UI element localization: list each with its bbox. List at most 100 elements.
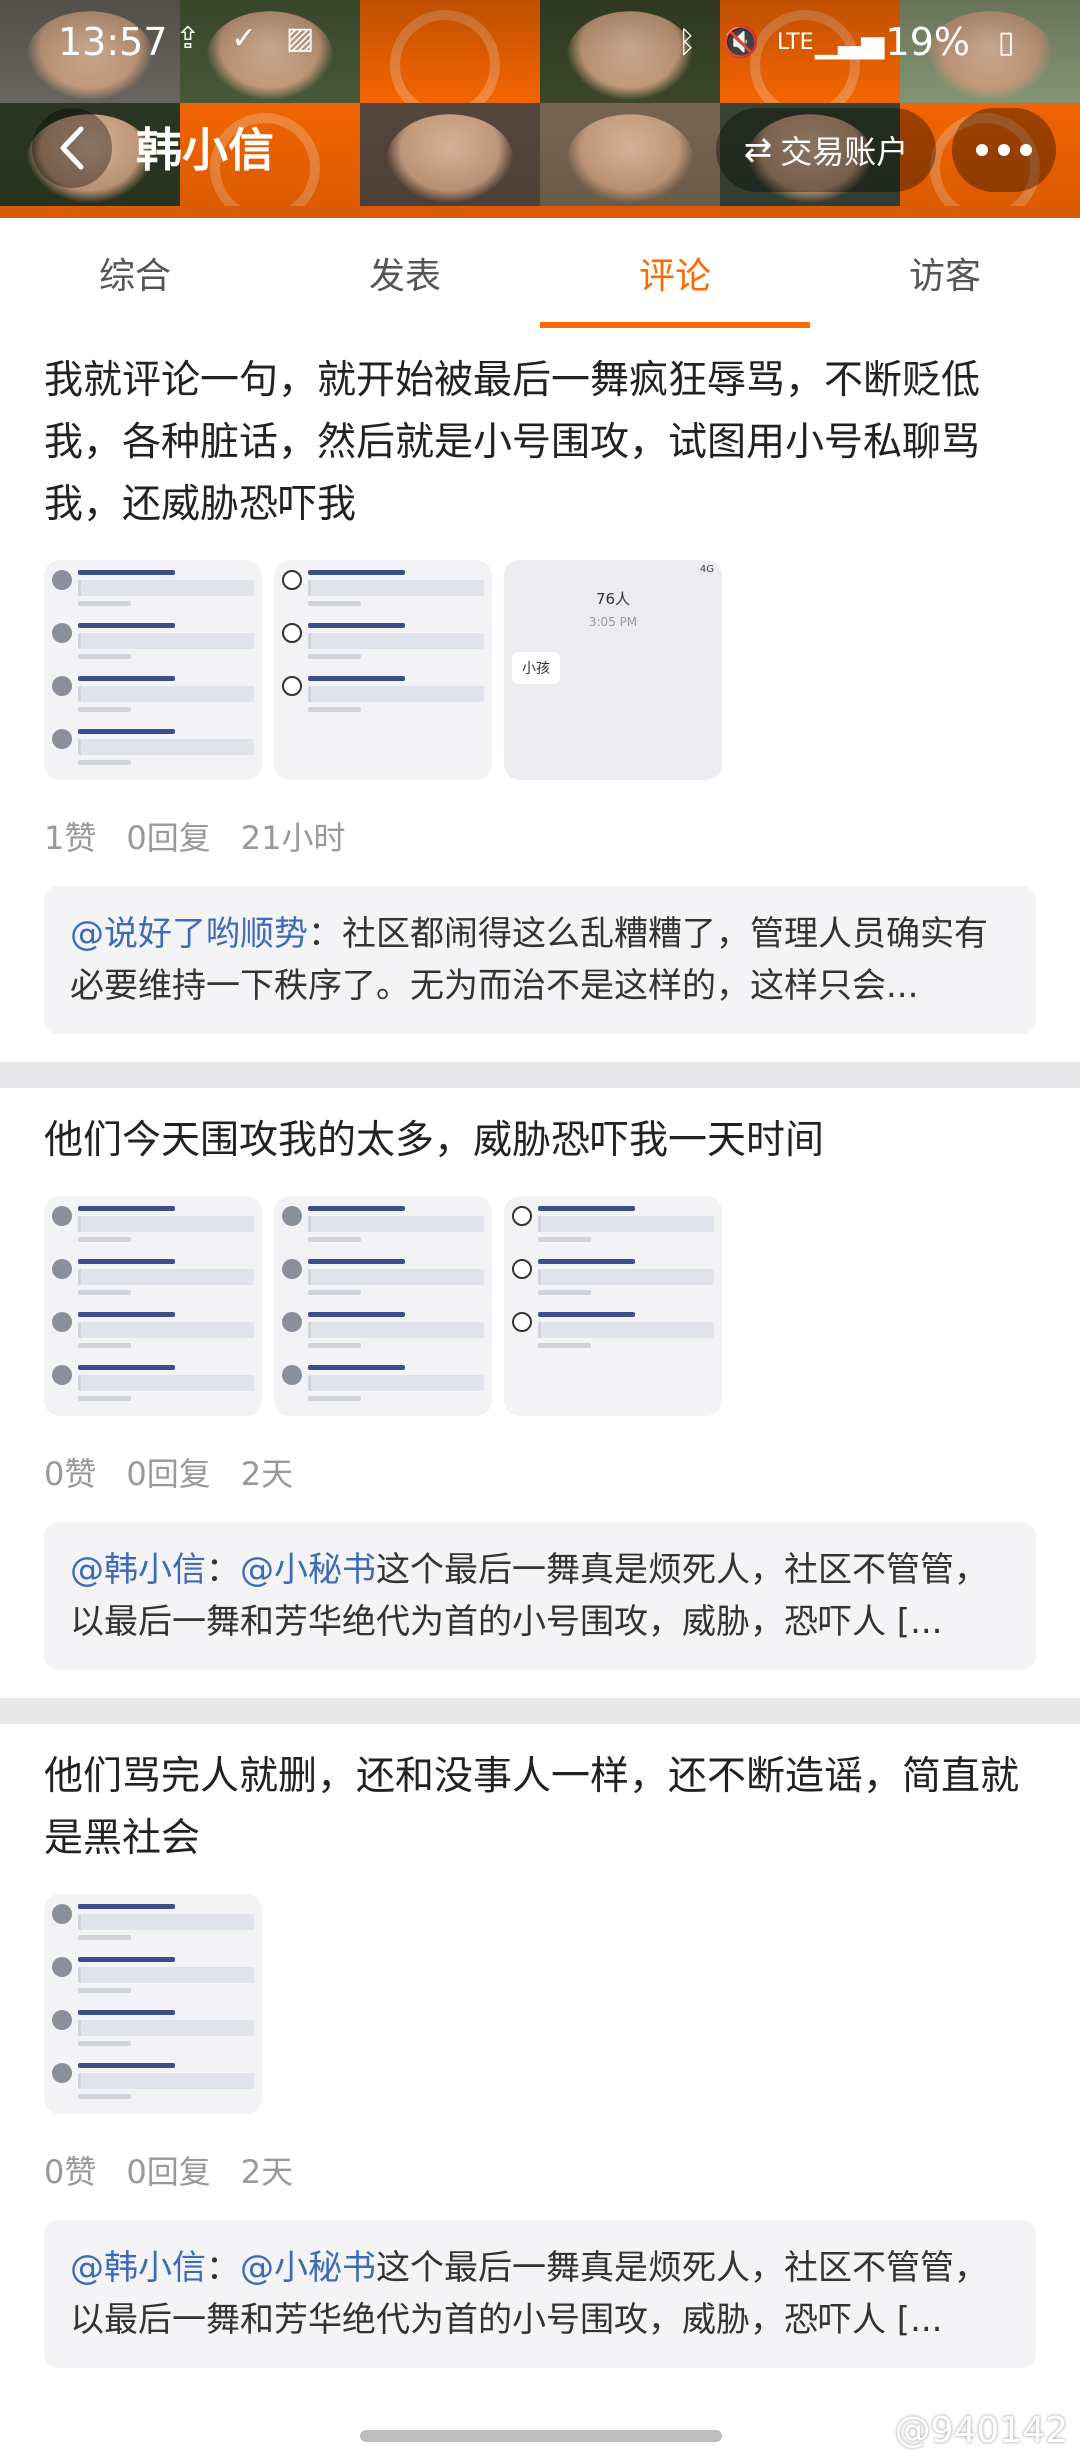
thumb-avatar (512, 1312, 532, 1332)
thumb-line (308, 1343, 361, 1348)
post-image[interactable] (44, 560, 262, 780)
home-indicator[interactable] (360, 2430, 722, 2442)
tab-visitors[interactable]: 访客 (810, 218, 1080, 328)
thumb-mention-row (512, 1206, 714, 1247)
watermark: @940142 (894, 2410, 1068, 2451)
post-image[interactable] (504, 1196, 722, 1416)
thumb-mention-row (52, 2063, 254, 2104)
reply-count[interactable]: 0回复 (126, 2147, 210, 2193)
thumb-lines (308, 1206, 484, 1247)
thumb-avatar (282, 1365, 302, 1385)
post-meta: 1赞 0回复 21小时 (44, 806, 1036, 866)
reply-count[interactable]: 0回复 (126, 813, 210, 859)
thumb-lines (308, 1312, 484, 1353)
back-button[interactable] (32, 108, 112, 188)
thumb-mention-row (512, 1259, 714, 1300)
thumb-line (78, 1365, 175, 1370)
trade-account-label: 交易账户 (780, 133, 909, 171)
thumb-line (78, 1904, 175, 1909)
thumb-avatar (52, 2010, 72, 2030)
thumb-line (78, 1312, 175, 1317)
thumb-line (78, 1259, 175, 1264)
thumb-lines (78, 676, 254, 717)
thumb-line (308, 1259, 405, 1264)
image-icon: ▨ (285, 20, 315, 56)
thumb-line (78, 2063, 175, 2068)
swap-icon: ⇄ (743, 130, 773, 170)
lte-label: LTE (776, 29, 814, 55)
thumb-avatar (282, 1206, 302, 1226)
thumb-line (538, 1343, 591, 1348)
thumb-line (78, 1914, 254, 1930)
comment-post[interactable]: 他们今天围攻我的太多，威胁恐吓我一天时间 0赞 0回复 2天 @韩小信：@小秘书… (0, 1088, 1080, 1670)
thumb-line (308, 633, 484, 649)
thumb-line (78, 623, 175, 628)
chat-title: 76人 (595, 590, 631, 608)
more-dot-icon (1020, 144, 1032, 156)
post-meta: 0赞 0回复 2天 (44, 2140, 1036, 2200)
post-time: 21小时 (240, 819, 346, 857)
tab-overview[interactable]: 综合 (0, 218, 270, 328)
reply-count[interactable]: 0回复 (126, 1449, 210, 1495)
like-count[interactable]: 1赞 (44, 813, 96, 859)
post-image-grid (44, 1196, 1036, 1416)
thumb-avatar (52, 676, 72, 696)
reply-preview[interactable]: @韩小信：@小秘书这个最后一舞真是烦死人，社区不管管，以最后一舞和芳华绝代为首的… (44, 2220, 1036, 2368)
thumb-line (78, 707, 131, 712)
thumb-avatar (52, 570, 72, 590)
thumb-lines (308, 1365, 484, 1406)
reply-mention[interactable]: @小秘书 (240, 1550, 376, 1590)
reply-author[interactable]: @韩小信 (70, 2248, 206, 2288)
comment-post[interactable]: 我就评论一句，就开始被最后一舞疯狂辱骂，不断贬低我，各种脏话，然后就是小号围攻，… (0, 328, 1080, 1034)
reply-preview[interactable]: @说好了哟顺势：社区都闹得这么乱糟糟了，管理人员确实有必要维持一下秩序了。无为而… (44, 886, 1036, 1034)
comment-post[interactable]: 他们骂完人就删，还和没事人一样，还不断造谣，简直就是黑社会 0赞 0回复 2天 … (0, 1724, 1080, 2368)
post-time: 2天 (240, 1455, 294, 1493)
signal-icon: ▁▃▅ (814, 24, 885, 60)
thumb-line (308, 570, 405, 575)
thumb-avatar (282, 623, 302, 643)
thumb-line (78, 2073, 254, 2089)
thumb-line (538, 1206, 635, 1211)
check-icon: ✓ (231, 20, 257, 56)
thumb-line (78, 2094, 131, 2099)
like-count[interactable]: 0赞 (44, 2147, 96, 2193)
tab-comments[interactable]: 评论 (540, 218, 810, 328)
reply-author[interactable]: @韩小信 (70, 1550, 206, 1590)
thumb-avatar (282, 570, 302, 590)
thumb-avatar (282, 676, 302, 696)
reply-preview[interactable]: @韩小信：@小秘书这个最后一舞真是烦死人，社区不管管，以最后一舞和芳华绝代为首的… (44, 1522, 1036, 1670)
post-image[interactable] (44, 1196, 262, 1416)
trade-account-button[interactable]: ⇄ 交易账户 (716, 108, 936, 192)
post-meta: 0赞 0回复 2天 (44, 1442, 1036, 1502)
thumb-line (78, 676, 175, 681)
thumb-avatar (512, 1259, 532, 1279)
like-count[interactable]: 0赞 (44, 1449, 96, 1495)
post-image[interactable] (274, 560, 492, 780)
thumb-lines (308, 676, 484, 717)
tab-posts[interactable]: 发表 (270, 218, 540, 328)
reply-mention[interactable]: @小秘书 (240, 2248, 376, 2288)
thumb-mention-row (282, 1206, 484, 1247)
thumb-line (308, 707, 361, 712)
reply-author[interactable]: @说好了哟顺势 (70, 914, 308, 954)
thumb-line (78, 1375, 254, 1391)
thumb-mention-row (282, 1312, 484, 1353)
thumb-mention-row (52, 570, 254, 611)
battery-percent: 19% (885, 20, 970, 64)
chat-network-label: 4G (699, 564, 714, 575)
thumb-line (78, 1206, 175, 1211)
thumb-line (308, 1216, 484, 1232)
post-image[interactable] (274, 1196, 492, 1416)
more-options-button[interactable] (952, 108, 1056, 192)
post-image[interactable]: 4G 76人 3:05 PM 小孩 (504, 560, 722, 780)
thumb-avatar (282, 1259, 302, 1279)
thumb-line (78, 580, 254, 596)
chat-bubble: 小孩 (512, 652, 560, 684)
thumb-avatar (52, 729, 72, 749)
thumb-line (308, 580, 484, 596)
thumb-avatar (52, 1259, 72, 1279)
post-image[interactable] (44, 1894, 262, 2114)
thumb-lines (538, 1259, 714, 1300)
thumb-line (308, 1365, 405, 1370)
thumb-line (538, 1259, 635, 1264)
